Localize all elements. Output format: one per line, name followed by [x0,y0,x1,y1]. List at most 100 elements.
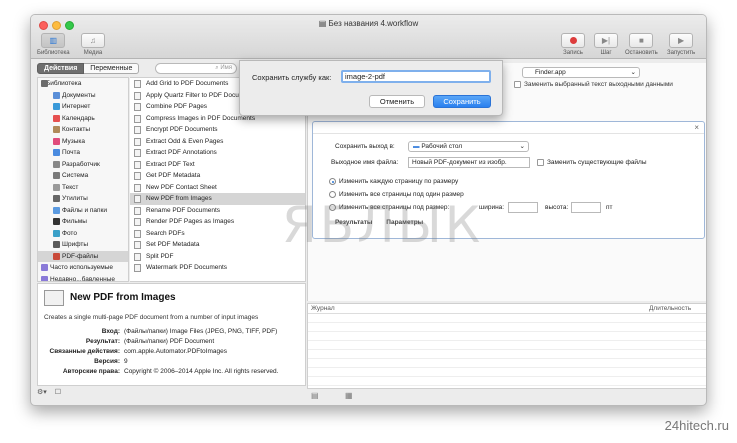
action-list-item[interactable]: Extract PDF Text [130,159,305,171]
tree-item[interactable]: Шрифты [38,239,128,251]
action-list-item[interactable]: New PDF Contact Sheet [130,182,305,194]
pdf-icon [134,149,141,157]
tab-actions[interactable]: Действия [37,63,85,74]
tab-variables[interactable]: Переменные [84,63,140,74]
log-header: Журнал Длительность [308,304,706,314]
action-list-item[interactable]: Set PDF Metadata [130,239,305,251]
close-icon[interactable]: × [694,123,699,132]
action-list-item[interactable]: Search PDFs [130,228,305,240]
stop-icon: ■ [629,33,654,48]
height-field[interactable] [571,202,601,213]
tree-item[interactable]: Файлы и папки [38,205,128,217]
description-toggle-icon[interactable]: ☐ [55,389,61,396]
pdf-icon [134,218,141,226]
cancel-button[interactable]: Отменить [369,95,425,108]
search-input[interactable]: ⌕ Имя [155,63,237,74]
output-name-field[interactable]: Новый PDF-документ из изобр. [408,157,530,168]
tree-item[interactable]: Разработчик [38,159,128,171]
finder-app-select[interactable]: Finder.app ⌄ [522,67,640,78]
tree-item[interactable]: Текст [38,182,128,194]
action-label: Extract Odd & Even Pages [146,137,224,145]
tree-item[interactable]: Контакты [38,124,128,136]
category-icon [53,126,60,133]
tree-item-label: Документы [62,91,96,99]
tree-item[interactable]: Библиотека [38,78,128,90]
action-list-item[interactable]: Split PDF [130,251,305,263]
save-output-value: Рабочий стол [421,143,463,150]
save-button[interactable]: Сохранить [433,95,491,108]
tree-item-label: Текст [62,183,79,191]
tree-item[interactable]: Документы [38,90,128,102]
tree-item[interactable]: Фото [38,228,128,240]
pdf-icon [134,252,141,261]
description-value: 9 [124,358,128,365]
tree-item[interactable]: Часто используемые [38,262,128,274]
action-label: Set PDF Metadata [146,241,200,248]
media-toolbar-button[interactable]: ♫ Медиа [81,33,105,56]
description-row: Связанные действия: com.apple.Automator.P… [44,348,304,358]
gear-icon[interactable]: ⚙▾ [37,389,47,396]
action-label: Encrypt PDF Documents [146,126,218,133]
tree-item[interactable]: Почта [38,147,128,159]
action-list-item[interactable]: Extract Odd & Even Pages [130,136,305,148]
pdf-icon [134,114,141,123]
journal-column[interactable]: Журнал [311,305,335,312]
run-button[interactable]: ▶ Запустить [667,33,695,56]
chevron-down-icon: ⌄ [519,143,525,150]
log-toggle-icon[interactable]: ▤ [311,391,319,400]
save-output-select[interactable]: ▬ Рабочий стол ⌄ [408,141,529,152]
tree-item[interactable]: Календарь [38,113,128,125]
tree-item[interactable]: Интернет [38,101,128,113]
action-list-item[interactable]: Watermark PDF Documents [130,262,305,274]
category-icon [41,275,48,281]
pdf-icon [134,241,141,249]
tree-item[interactable]: Недавно...бавленные [38,274,128,281]
play-icon: ▶ [669,33,694,48]
width-field[interactable] [508,202,538,213]
tree-item[interactable]: Фильмы [38,216,128,228]
action-list-item[interactable]: New PDF from Images [130,193,305,205]
description-title: New PDF from Images [70,292,176,303]
document-icon: ▤ [318,19,327,28]
description-panel: New PDF from Images Creates a single mul… [37,283,306,386]
step-button[interactable]: ▶| Шаг [594,33,618,56]
action-list-item[interactable]: Encrypt PDF Documents [130,124,305,136]
stop-button[interactable]: ■ Остановить [625,33,658,56]
tree-item[interactable]: Музыка [38,136,128,148]
height-label: высота: [545,204,569,211]
action-list-item[interactable]: Get PDF Metadata [130,170,305,182]
action-list-item[interactable]: Extract PDF Annotations [130,147,305,159]
pdf-icon [134,137,141,146]
pdf-icon [134,183,141,192]
library-tree: Библиотека Документы Интернет Календарь Конт… [37,77,129,282]
replace-files-checkbox[interactable]: Заменить существующие файлы [537,159,647,166]
category-icon [53,183,60,191]
action-label: Extract PDF Text [146,160,195,168]
library-toolbar-button[interactable]: ▥ Библиотека [37,33,70,56]
action-list-item[interactable]: Render PDF Pages as Images [130,216,305,228]
category-icon [53,149,60,156]
variables-toggle-icon[interactable]: ▦ [345,391,353,400]
radio-resize-each[interactable]: Изменить каждую страницу по размеру [329,178,458,185]
tree-item[interactable]: Утилиты [38,193,128,205]
description-value: (Файлы/папки) PDF Document [124,338,215,345]
category-icon [53,91,60,99]
description-row: Результат: (Файлы/папки) PDF Document [44,338,304,348]
service-name-input[interactable]: image-2-pdf [341,70,491,83]
tree-item-label: Библиотека [46,80,82,87]
library-label: Библиотека [37,50,70,56]
action-label: Get PDF Metadata [146,172,201,179]
pdf-action-icon [44,290,64,306]
action-list-item[interactable]: Rename PDF Documents [130,205,305,217]
tree-item[interactable]: Система [38,170,128,182]
action-label: Render PDF Pages as Images [146,218,235,225]
duration-column[interactable]: Длительность [649,305,691,312]
tree-item[interactable]: PDF-файлы [38,250,128,262]
tree-item-label: Календарь [62,114,95,122]
record-button[interactable]: Запись [561,33,585,56]
action-label: Add Grid to PDF Documents [146,80,229,87]
replace-text-checkbox[interactable]: Заменить выбранный текст выходными данны… [514,81,673,88]
category-icon [53,252,60,260]
category-icon [53,241,60,248]
tree-item-label: Почта [62,149,81,156]
